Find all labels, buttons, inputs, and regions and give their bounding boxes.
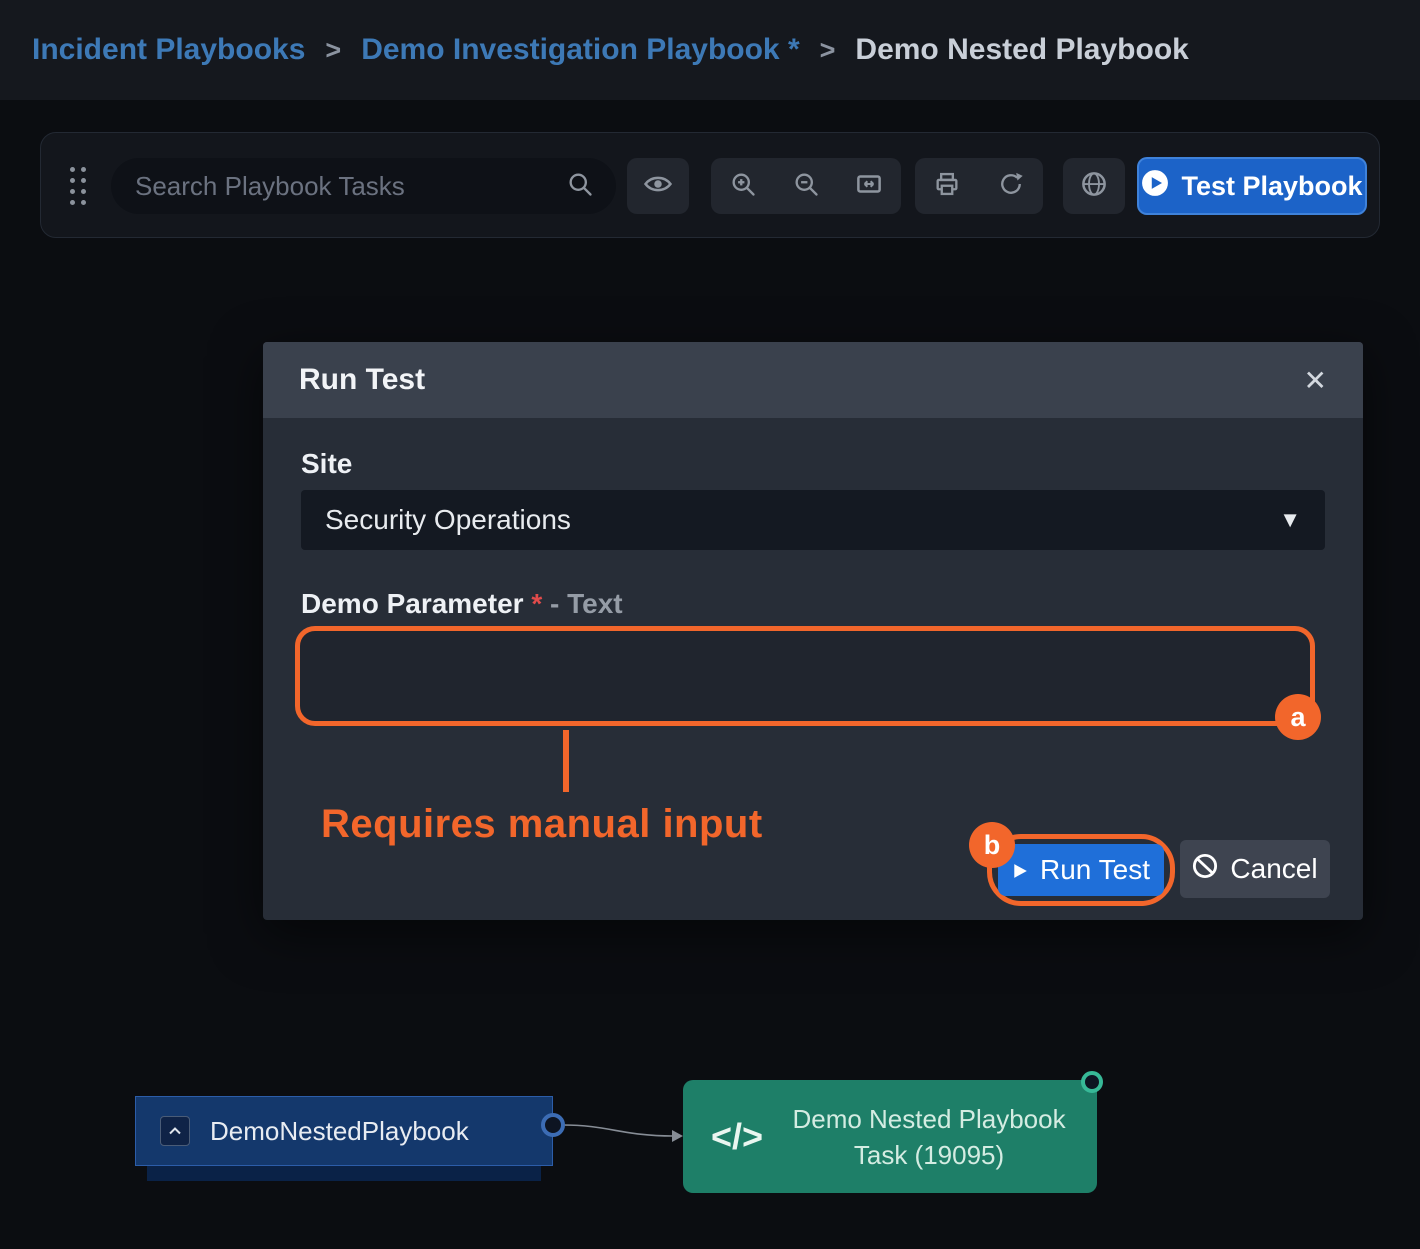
globe-button[interactable]: [1063, 158, 1125, 214]
breadcrumb: Incident Playbooks > Demo Investigation …: [0, 0, 1420, 100]
task-node-demo-nested-playbook-task[interactable]: </> Demo Nested Playbook Task (19095): [683, 1080, 1097, 1193]
zoom-controls-group: [711, 158, 901, 214]
task-node-label-line2: Task (19095): [854, 1140, 1004, 1170]
play-icon: [1012, 854, 1028, 886]
task-connector-edge: [553, 1098, 693, 1158]
parameter-type: - Text: [550, 588, 623, 619]
annotation-connector-line: [563, 730, 569, 792]
zoom-out-button[interactable]: [775, 158, 838, 214]
test-playbook-button[interactable]: Test Playbook: [1137, 157, 1367, 215]
globe-icon: [1079, 169, 1109, 204]
collapse-chevron-icon: [160, 1116, 190, 1146]
print-button[interactable]: [915, 158, 979, 214]
run-test-button[interactable]: Run Test: [998, 844, 1164, 896]
run-test-button-label: Run Test: [1040, 854, 1150, 886]
code-icon: </>: [711, 1116, 763, 1158]
playbook-node-demo-nested-playbook[interactable]: DemoNestedPlaybook: [135, 1096, 553, 1166]
drag-handle-icon[interactable]: [67, 165, 89, 207]
run-test-button-highlight: Run Test: [987, 834, 1175, 906]
task-input-port[interactable]: [1081, 1071, 1103, 1093]
eye-icon: [643, 169, 673, 204]
output-controls-group: [915, 158, 1043, 214]
cancel-icon: [1192, 853, 1218, 886]
breadcrumb-demo-investigation-playbook[interactable]: Demo Investigation Playbook *: [361, 33, 799, 67]
annotation-badge-b: b: [969, 822, 1015, 868]
zoom-out-icon: [792, 170, 820, 203]
refresh-button[interactable]: [979, 158, 1043, 214]
site-select-value: Security Operations: [325, 504, 571, 536]
dialog-title: Run Test: [299, 363, 425, 397]
breadcrumb-separator: >: [325, 35, 341, 66]
search-playbook-tasks-field[interactable]: [111, 158, 616, 214]
fit-to-screen-button[interactable]: [838, 158, 901, 214]
site-label: Site: [301, 448, 352, 480]
playbook-node-footer: [147, 1166, 541, 1181]
task-node-label: Demo Nested Playbook Task (19095): [781, 1101, 1077, 1173]
preview-eye-button[interactable]: [627, 158, 689, 214]
parameter-name: Demo Parameter: [301, 588, 524, 619]
task-node-label-line1: Demo Nested Playbook: [792, 1104, 1065, 1134]
breadcrumb-incident-playbooks[interactable]: Incident Playbooks: [32, 33, 305, 67]
demo-parameter-input[interactable]: [320, 661, 1290, 692]
search-icon: [566, 170, 594, 203]
dialog-header: Run Test ✕: [263, 342, 1363, 418]
zoom-in-button[interactable]: [712, 158, 775, 214]
site-select[interactable]: Security Operations ▼: [301, 490, 1325, 550]
close-icon[interactable]: ✕: [1304, 364, 1327, 397]
required-asterisk: *: [531, 588, 542, 619]
playbook-toolbar: Test Playbook: [40, 132, 1380, 238]
playbook-node-label: DemoNestedPlaybook: [210, 1116, 469, 1147]
demo-parameter-label: Demo Parameter * - Text: [301, 588, 623, 620]
chevron-down-icon: ▼: [1279, 507, 1301, 533]
breadcrumb-current-page: Demo Nested Playbook: [855, 33, 1188, 67]
play-circle-icon: [1141, 169, 1169, 204]
test-playbook-label: Test Playbook: [1181, 171, 1362, 202]
fit-to-screen-icon: [854, 169, 884, 204]
annotation-note: Requires manual input: [321, 802, 763, 847]
node-output-port[interactable]: [541, 1113, 565, 1137]
zoom-in-icon: [729, 170, 757, 203]
run-test-dialog: Run Test ✕ Site Security Operations ▼ De…: [263, 342, 1363, 920]
cancel-button[interactable]: Cancel: [1180, 840, 1330, 898]
demo-parameter-input-highlight: [295, 626, 1315, 726]
breadcrumb-separator: >: [820, 35, 836, 66]
annotation-badge-a: a: [1275, 694, 1321, 740]
refresh-icon: [997, 170, 1025, 203]
cancel-button-label: Cancel: [1230, 853, 1317, 885]
search-input[interactable]: [135, 171, 566, 202]
printer-icon: [933, 170, 961, 203]
